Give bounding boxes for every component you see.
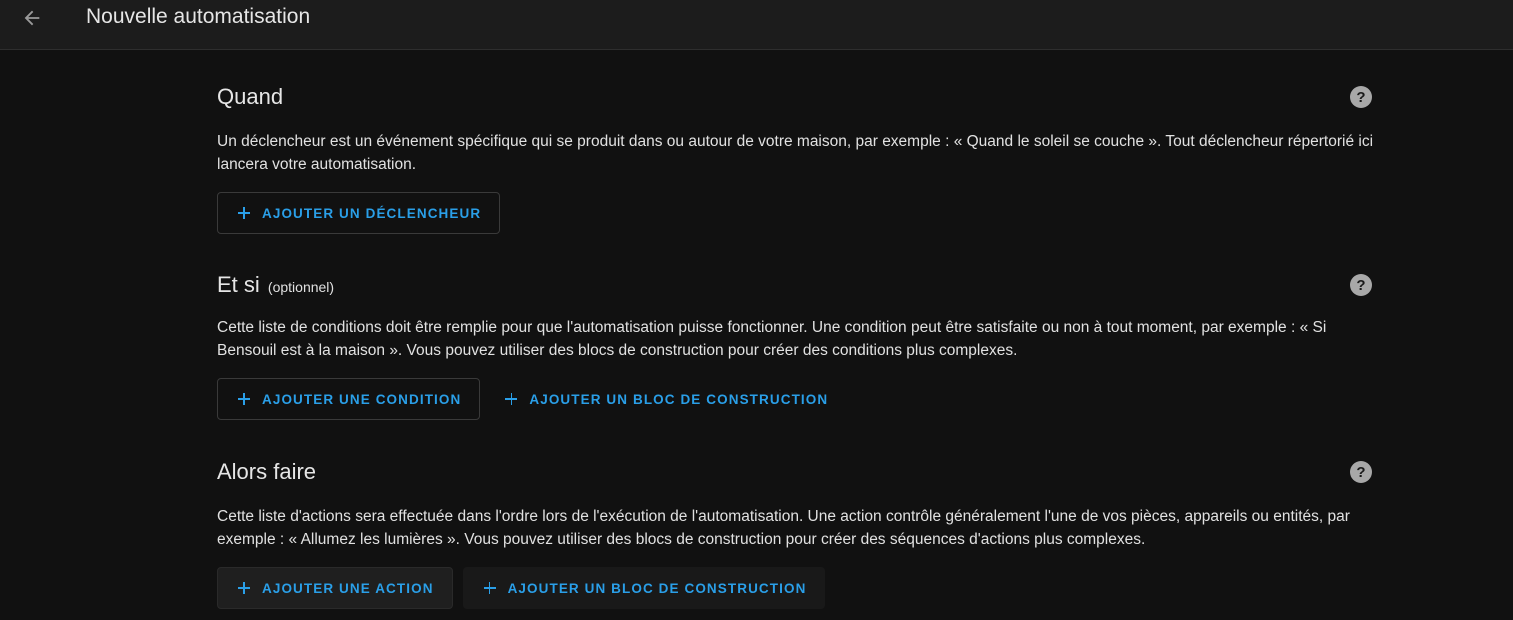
condition-description: Cette liste de conditions doit être remp… (217, 319, 1327, 359)
action-description: Cette liste d'actions sera effectuée dan… (217, 508, 1350, 548)
add-condition-block-label: AJOUTER UN BLOC DE CONSTRUCTION (529, 391, 829, 407)
back-button[interactable] (14, 2, 50, 34)
action-section-title: Alors faire (217, 459, 317, 484)
add-action-button[interactable]: AJOUTER UNE ACTION (217, 567, 453, 609)
add-action-block-button[interactable]: AJOUTER UN BLOC DE CONSTRUCTION (462, 567, 826, 609)
optional-label: (optionnel) (267, 279, 335, 295)
add-action-label: AJOUTER UNE ACTION (262, 580, 434, 596)
action-section: Alors faire ? Cette liste d'actions sera… (217, 457, 1383, 609)
add-condition-label: AJOUTER UNE CONDITION (262, 391, 462, 407)
trigger-section: Quand ? Un déclencheur est un événement … (217, 82, 1383, 234)
help-circle-icon[interactable]: ? (1349, 460, 1373, 484)
add-condition-block-button[interactable]: AJOUTER UN BLOC DE CONSTRUCTION (484, 378, 847, 420)
condition-buttons: AJOUTER UNE CONDITION AJOUTER UN BLOC DE… (217, 378, 1383, 420)
condition-section-header: Et si (optionnel) ? (217, 270, 1383, 300)
action-buttons: AJOUTER UNE ACTION AJOUTER UN BLOC DE CO… (217, 567, 1383, 609)
plus-icon (483, 582, 496, 594)
page-title: Nouvelle automatisation (86, 5, 311, 28)
add-action-block-label: AJOUTER UN BLOC DE CONSTRUCTION (507, 580, 807, 596)
arrow-left-icon (24, 10, 40, 26)
plus-icon (238, 582, 250, 594)
svg-text:?: ? (1356, 89, 1365, 106)
condition-section: Et si (optionnel) ? Cette liste de condi… (217, 270, 1383, 420)
condition-section-title: Et si (optionnel) (217, 272, 334, 297)
add-trigger-label: AJOUTER UN DÉCLENCHEUR (262, 205, 482, 221)
action-section-header: Alors faire ? (217, 457, 1383, 487)
help-circle-icon[interactable]: ? (1349, 273, 1373, 297)
help-circle-icon[interactable]: ? (1349, 85, 1373, 109)
plus-icon (238, 393, 250, 405)
trigger-description: Un déclencheur est un événement spécifiq… (217, 133, 1374, 173)
trigger-section-title: Quand (217, 84, 284, 109)
add-trigger-button[interactable]: AJOUTER UN DÉCLENCHEUR (217, 192, 501, 234)
condition-title-text: Et si (217, 272, 260, 297)
app-toolbar: Nouvelle automatisation (0, 0, 1513, 50)
trigger-buttons: AJOUTER UN DÉCLENCHEUR (217, 192, 1383, 234)
svg-text:?: ? (1356, 277, 1365, 294)
plus-icon (505, 393, 518, 405)
trigger-section-header: Quand ? (217, 82, 1383, 112)
svg-text:?: ? (1356, 464, 1365, 481)
plus-icon (238, 207, 250, 219)
add-condition-button[interactable]: AJOUTER UNE CONDITION (217, 378, 481, 420)
